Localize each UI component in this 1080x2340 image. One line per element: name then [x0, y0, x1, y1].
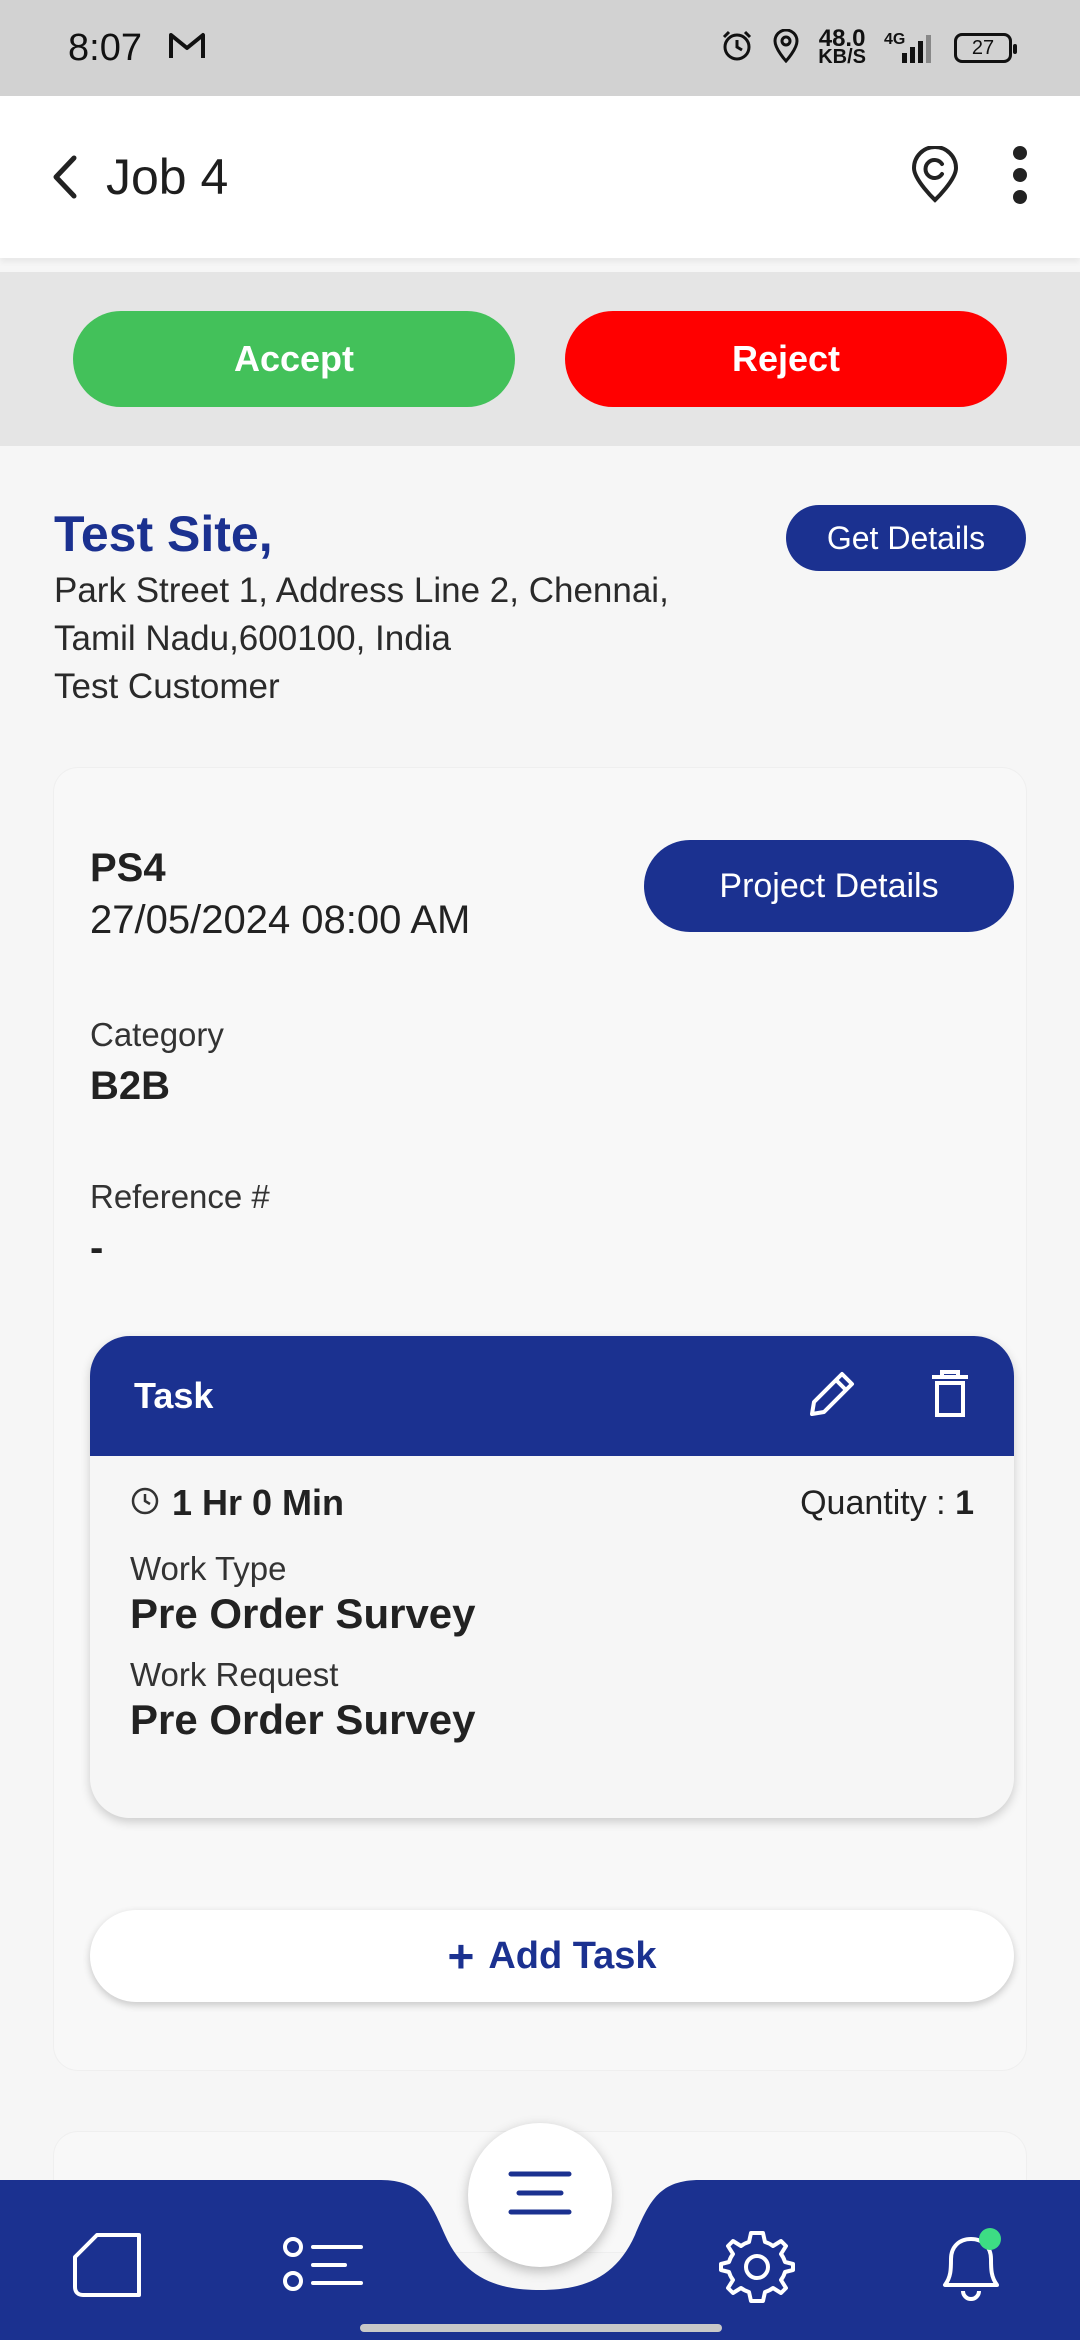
- reject-button[interactable]: Reject: [565, 311, 1007, 407]
- task-card[interactable]: Task 1 Hr 0 Min Quantity : 1 Work Type P…: [90, 1336, 1014, 1818]
- task-quantity: Quantity : 1: [800, 1484, 974, 1523]
- project-card: PS4 27/05/2024 08:00 AM Project Details …: [54, 768, 1026, 2070]
- bottom-navigation: [0, 2123, 1080, 2340]
- task-header: Task: [90, 1336, 1014, 1456]
- net-speed-unit: KB/S: [818, 46, 866, 68]
- home-indicator[interactable]: [360, 2324, 722, 2332]
- work-request-value: Pre Order Survey: [130, 1696, 476, 1743]
- edit-icon[interactable]: [804, 1366, 860, 1427]
- clock-icon: [130, 1486, 160, 1521]
- project-code: PS4: [90, 846, 166, 890]
- list-icon[interactable]: [278, 2220, 368, 2310]
- action-bar: Accept Reject: [0, 272, 1080, 446]
- category-value: B2B: [90, 1064, 171, 1108]
- task-body: 1 Hr 0 Min Quantity : 1 Work Type Pre Or…: [90, 1456, 1014, 1770]
- network-type: 4G: [884, 31, 906, 48]
- settings-icon[interactable]: [712, 2220, 802, 2310]
- status-time: 8:07: [68, 26, 142, 69]
- site-customer: Test Customer: [54, 667, 280, 706]
- app-header: Job 4: [0, 96, 1080, 258]
- signal-icon: 4G: [884, 31, 936, 65]
- notification-bell-icon[interactable]: [926, 2220, 1016, 2310]
- menu-button[interactable]: [468, 2123, 612, 2267]
- home-icon[interactable]: [62, 2220, 152, 2310]
- network-speed: 48.0 KB/S: [818, 27, 866, 68]
- quantity-value: 1: [955, 1483, 974, 1522]
- location-status-icon: [772, 28, 800, 68]
- location-icon[interactable]: [910, 144, 960, 209]
- delete-icon[interactable]: [930, 1369, 970, 1424]
- menu-icon: [507, 2168, 573, 2223]
- site-address-line2: Tamil Nadu,600100, India: [54, 619, 451, 658]
- category-label: Category: [90, 1016, 224, 1053]
- site-info: Test Site, Park Street 1, Address Line 2…: [54, 505, 1026, 711]
- task-duration: 1 Hr 0 Min: [172, 1482, 345, 1523]
- battery-level: 27: [971, 36, 995, 59]
- work-request-label: Work Request: [130, 1656, 339, 1693]
- reference-value: -: [90, 1226, 104, 1270]
- reference-label: Reference #: [90, 1178, 270, 1215]
- page-title: Job 4: [106, 149, 229, 205]
- project-details-button[interactable]: Project Details: [644, 840, 1014, 932]
- add-task-label: Add Task: [488, 1934, 657, 1977]
- add-task-button[interactable]: + Add Task: [90, 1910, 1014, 2002]
- battery-icon: 27: [954, 33, 1017, 63]
- site-address-line1: Park Street 1, Address Line 2, Chennai,: [54, 571, 669, 610]
- more-vertical-icon[interactable]: [1010, 145, 1030, 210]
- alarm-icon: [720, 29, 754, 68]
- get-details-button[interactable]: Get Details: [786, 505, 1026, 571]
- gmail-icon: [168, 31, 206, 66]
- accept-button[interactable]: Accept: [73, 311, 515, 407]
- back-icon[interactable]: [50, 151, 90, 203]
- quantity-label: Quantity :: [800, 1483, 946, 1522]
- plus-icon: +: [447, 1930, 475, 1982]
- project-datetime: 27/05/2024 08:00 AM: [90, 898, 471, 942]
- work-type-value: Pre Order Survey: [130, 1590, 476, 1637]
- status-bar: 8:07 48.0 KB/S 4G 27: [0, 0, 1080, 96]
- work-type-label: Work Type: [130, 1550, 287, 1587]
- task-title: Task: [134, 1375, 214, 1416]
